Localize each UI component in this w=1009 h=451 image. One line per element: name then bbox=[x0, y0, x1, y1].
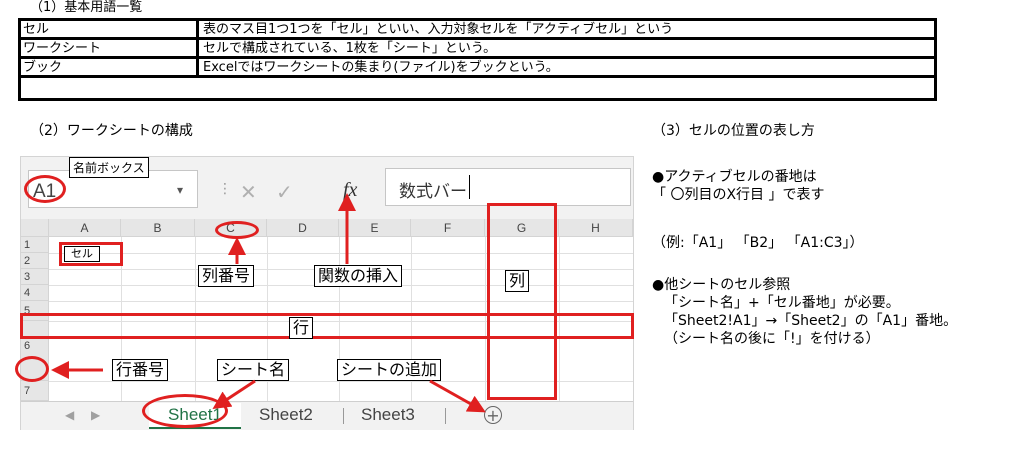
other-sheet-line: （シート名の後に「!」を付ける） bbox=[664, 331, 880, 347]
arrow-sheet-name bbox=[212, 379, 256, 409]
annotation-arrows bbox=[51, 193, 486, 413]
other-sheet-line: 「Sheet2!A1」→「Sheet2」の「A1」番地。 bbox=[664, 313, 958, 329]
other-sheet-line: 「シート名」+「セル番地」が必要。 bbox=[664, 295, 900, 311]
arrow-add-sheet bbox=[429, 379, 486, 413]
other-sheet-heading: ●他シートのセル参照 bbox=[652, 277, 791, 293]
active-cell-heading: ●アクティブセルの番地は bbox=[652, 169, 817, 185]
example-text: （例:「A1」 「B2」 「A1:C3」） bbox=[652, 235, 864, 251]
section3-title: （3）セルの位置の表し方 bbox=[652, 123, 815, 139]
active-cell-rule: 「 〇列目のX行目 」で表す bbox=[652, 187, 825, 203]
